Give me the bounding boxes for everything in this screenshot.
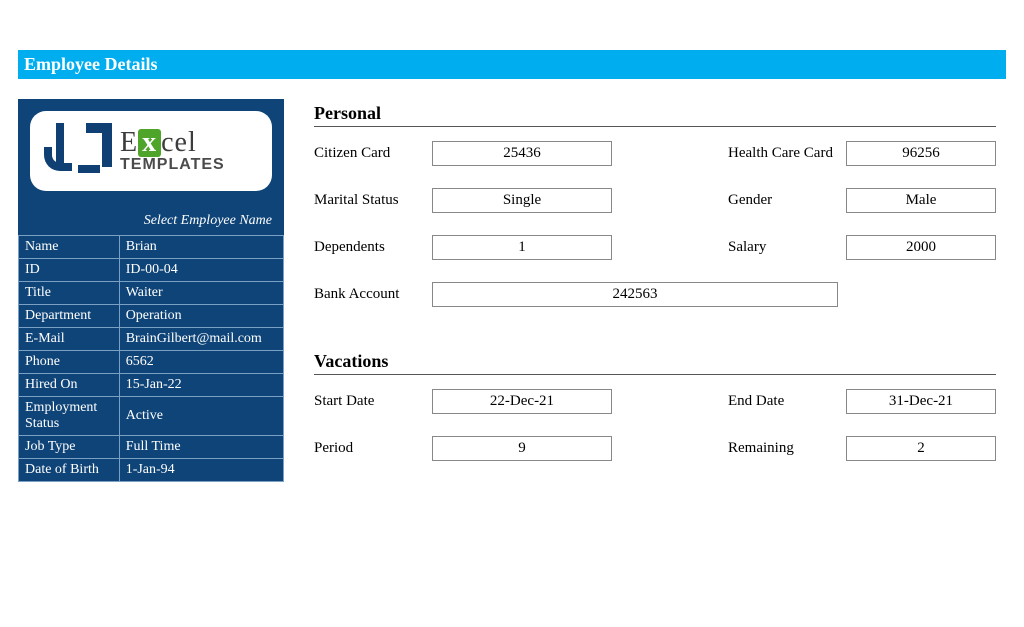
health-care-card-label: Health Care Card (728, 145, 838, 162)
table-row: TitleWaiter (19, 282, 284, 305)
row-label: Date of Birth (19, 459, 120, 482)
health-care-card-field[interactable]: 96256 (846, 141, 996, 166)
table-row: DepartmentOperation (19, 305, 284, 328)
logo-sub: TEMPLATES (120, 157, 225, 173)
dependents-label: Dependents (314, 239, 424, 256)
main-panel: Personal Citizen Card 25436 Health Care … (314, 99, 1006, 482)
vacations-section-title: Vacations (314, 351, 996, 375)
logo-mark-icon (44, 123, 112, 179)
row-label: ID (19, 259, 120, 282)
row-label: Name (19, 236, 120, 259)
table-row: Hired On15-Jan-22 (19, 374, 284, 397)
citizen-card-label: Citizen Card (314, 145, 424, 162)
dependents-field[interactable]: 1 (432, 235, 612, 260)
table-row: Employment StatusActive (19, 397, 284, 436)
period-label: Period (314, 440, 424, 457)
logo-wrap: Excel TEMPLATES (18, 99, 284, 203)
row-value: 15-Jan-22 (119, 374, 283, 397)
bank-account-label: Bank Account (314, 286, 424, 303)
marital-status-field[interactable]: Single (432, 188, 612, 213)
row-value: Waiter (119, 282, 283, 305)
row-label: E-Mail (19, 328, 120, 351)
page-title: Employee Details (24, 54, 157, 74)
row-label: Department (19, 305, 120, 328)
row-value: Active (119, 397, 283, 436)
row-label: Hired On (19, 374, 120, 397)
end-date-field[interactable]: 31-Dec-21 (846, 389, 996, 414)
row-value: Brian (119, 236, 283, 259)
row-value: Full Time (119, 436, 283, 459)
remaining-label: Remaining (728, 440, 838, 457)
end-date-label: End Date (728, 393, 838, 410)
start-date-field[interactable]: 22-Dec-21 (432, 389, 612, 414)
employee-details-table: NameBrian IDID-00-04 TitleWaiter Departm… (18, 235, 284, 482)
personal-form: Citizen Card 25436 Health Care Card 9625… (314, 141, 996, 307)
gender-field[interactable]: Male (846, 188, 996, 213)
row-value: 6562 (119, 351, 283, 374)
row-label: Title (19, 282, 120, 305)
gender-label: Gender (728, 192, 838, 209)
citizen-card-field[interactable]: 25436 (432, 141, 612, 166)
logo-brand-cel: cel (161, 127, 197, 158)
personal-section-title: Personal (314, 103, 996, 127)
content-area: Excel TEMPLATES Select Employee Name Nam… (0, 79, 1024, 482)
table-row: Phone6562 (19, 351, 284, 374)
salary-label: Salary (728, 239, 838, 256)
page-header: Employee Details (18, 50, 1006, 79)
employee-card: Excel TEMPLATES Select Employee Name Nam… (18, 99, 284, 482)
row-label: Job Type (19, 436, 120, 459)
row-value: BrainGilbert@mail.com (119, 328, 283, 351)
remaining-field[interactable]: 2 (846, 436, 996, 461)
vacations-form: Start Date 22-Dec-21 End Date 31-Dec-21 … (314, 389, 996, 461)
row-value: 1-Jan-94 (119, 459, 283, 482)
row-label: Phone (19, 351, 120, 374)
table-row: NameBrian (19, 236, 284, 259)
row-value: ID-00-04 (119, 259, 283, 282)
salary-field[interactable]: 2000 (846, 235, 996, 260)
table-row: Job TypeFull Time (19, 436, 284, 459)
bank-account-field[interactable]: 242563 (432, 282, 838, 307)
row-value: Operation (119, 305, 283, 328)
logo: Excel TEMPLATES (30, 111, 272, 191)
logo-brand-x: x (138, 129, 161, 157)
start-date-label: Start Date (314, 393, 424, 410)
select-employee-label[interactable]: Select Employee Name (18, 203, 284, 235)
logo-text: Excel TEMPLATES (120, 129, 225, 173)
marital-status-label: Marital Status (314, 192, 424, 209)
table-row: Date of Birth1-Jan-94 (19, 459, 284, 482)
table-row: IDID-00-04 (19, 259, 284, 282)
period-field[interactable]: 9 (432, 436, 612, 461)
table-row: E-MailBrainGilbert@mail.com (19, 328, 284, 351)
logo-brand-e: E (120, 127, 138, 158)
row-label: Employment Status (19, 397, 120, 436)
